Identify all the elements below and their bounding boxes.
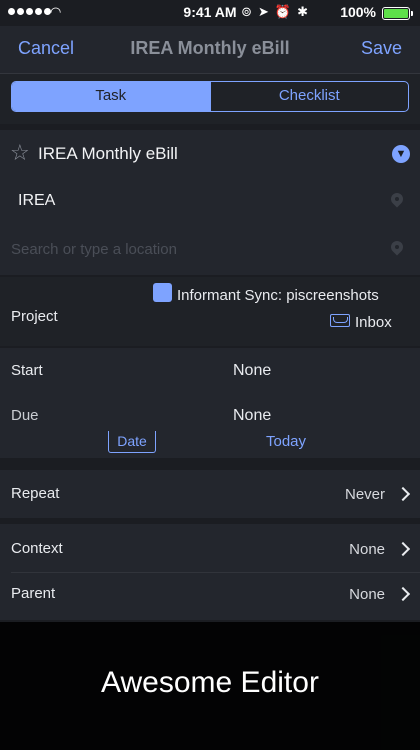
row-divider [11,572,420,573]
bluetooth-icon: ✱ [297,4,308,19]
date-button[interactable]: Date [108,431,156,453]
segment-bar: Task Checklist [0,74,420,124]
battery-percent: 100% [340,4,376,20]
context-value[interactable]: None [349,541,385,558]
inbox-icon [330,314,350,327]
tab-checklist[interactable]: Checklist [209,82,409,111]
project-label: Project [11,308,58,325]
context-label: Context [11,540,63,557]
today-button[interactable]: Today [266,433,306,450]
star-icon[interactable]: ☆ [10,140,30,166]
repeat-value: Never [344,486,385,503]
start-value[interactable]: None [233,362,271,380]
chevron-down-icon[interactable]: ▼ [392,145,410,163]
tab-task[interactable]: Task [12,82,210,111]
date-button-label: Date [117,433,147,449]
location-pin-icon[interactable] [391,193,403,209]
location-pin-icon-2[interactable] [391,241,403,257]
project-account[interactable]: Informant Sync: piscreenshots [177,287,379,304]
nav-bar: Cancel IREA Monthly eBill Save [0,26,420,74]
dates-section [0,348,420,458]
parent-label: Parent [11,585,56,602]
rotation-lock-icon: ⊚ [241,4,252,19]
project-color-swatch [153,283,172,302]
cancel-button[interactable]: Cancel [18,38,74,59]
due-label: Due [11,407,39,424]
location-name-field[interactable]: IREA [18,192,55,210]
project-folder[interactable]: Inbox [355,314,392,331]
task-title-field[interactable]: IREA Monthly eBill [38,144,178,164]
save-button[interactable]: Save [361,38,402,59]
segmented-control: Task Checklist [11,81,409,112]
parent-value[interactable]: None [349,586,385,603]
repeat-label: Repeat [11,485,60,502]
battery-icon [382,7,413,20]
status-bar: ◠ 9:41 AM ⊚ ➤ ⏰ ✱ 100% [0,0,420,26]
alarm-icon: ⏰ [274,4,292,19]
due-value[interactable]: None [233,407,271,425]
location-search-input[interactable]: Search or type a location [11,241,177,258]
caption-text: Awesome Editor [101,666,319,699]
start-label: Start [11,362,43,379]
location-arrow-icon: ➤ [258,4,269,19]
